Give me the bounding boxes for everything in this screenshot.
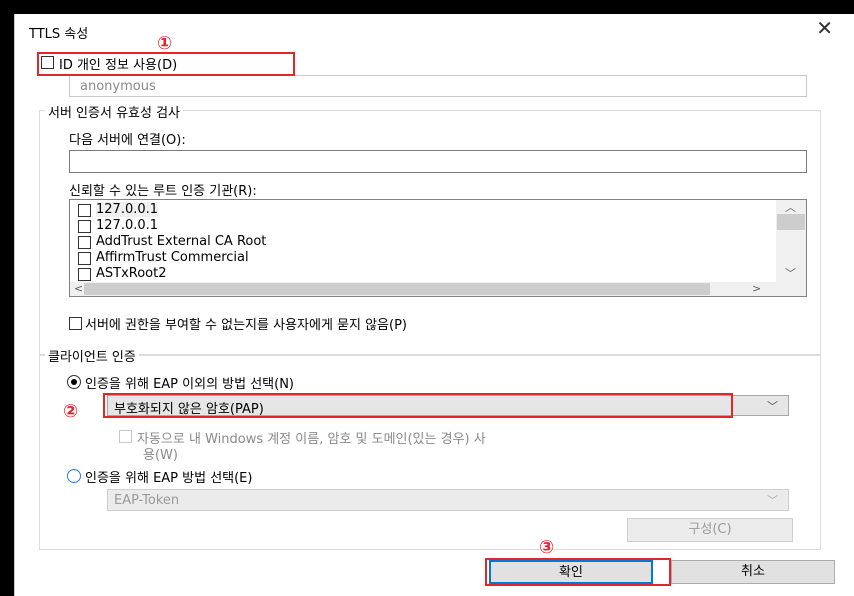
root-ca-name: AddTrust External CA Root bbox=[96, 234, 267, 249]
no-prompt-label[interactable]: 서버에 권한을 부여할 수 없는지를 사용자에게 묻지 않음(P) bbox=[85, 314, 407, 333]
root-ca-checkbox[interactable] bbox=[78, 220, 91, 233]
ttls-properties-dialog: TTLS 속성 ✕ ID 개인 정보 사용(D) anonymous 서버 인증… bbox=[14, 14, 854, 596]
non-eap-method-select[interactable]: 부호화되지 않은 암호(PAP) ﹀ bbox=[107, 395, 789, 417]
root-ca-name: ASTxRoot2 bbox=[96, 266, 167, 281]
chevron-down-icon: ﹀ bbox=[767, 494, 778, 507]
chevron-down-icon: ﹀ bbox=[767, 400, 778, 413]
vertical-scroll-thumb[interactable] bbox=[777, 214, 805, 230]
anonymous-identity-value: anonymous bbox=[80, 79, 156, 94]
annotation-number-2: ② bbox=[63, 401, 79, 422]
non-eap-radio[interactable] bbox=[67, 375, 81, 389]
annotation-number-1: ① bbox=[157, 33, 173, 54]
root-ca-checkbox[interactable] bbox=[78, 252, 91, 265]
ok-button[interactable]: 확인 bbox=[489, 560, 653, 584]
scroll-left-icon[interactable]: < bbox=[74, 283, 83, 295]
non-eap-label[interactable]: 인증을 위해 EAP 이외의 방법 선택(N) bbox=[85, 373, 294, 392]
root-ca-checkbox[interactable] bbox=[78, 204, 91, 217]
close-icon[interactable]: ✕ bbox=[816, 18, 833, 38]
eap-radio[interactable] bbox=[67, 469, 81, 483]
root-ca-name: 127.0.0.1 bbox=[96, 202, 159, 217]
identity-privacy-checkbox[interactable] bbox=[41, 56, 54, 69]
root-ca-name: AffirmTrust Commercial bbox=[96, 250, 249, 265]
client-auth-group-title: 클라이언트 인증 bbox=[45, 346, 139, 365]
server-cert-group-title: 서버 인증서 유효성 검사 bbox=[45, 102, 183, 121]
root-ca-checkbox[interactable] bbox=[78, 236, 91, 249]
auto-windows-credentials-checkbox[interactable] bbox=[119, 430, 132, 443]
identity-privacy-label[interactable]: ID 개인 정보 사용(D) bbox=[59, 54, 177, 73]
root-ca-name: 127.0.0.1 bbox=[96, 218, 159, 233]
horizontal-scroll-thumb[interactable] bbox=[84, 283, 710, 295]
eap-method-value: EAP-Token bbox=[114, 493, 180, 508]
eap-label[interactable]: 인증을 위해 EAP 방법 선택(E) bbox=[85, 467, 252, 486]
connect-to-server-input[interactable] bbox=[69, 150, 807, 173]
configure-button[interactable]: 구성(C) bbox=[627, 518, 793, 542]
scroll-up-icon[interactable]: ︿ bbox=[785, 202, 796, 214]
anonymous-identity-field[interactable]: anonymous bbox=[69, 75, 807, 97]
root-ca-label: 신뢰할 수 있는 루트 인증 기관(R): bbox=[69, 184, 257, 199]
scroll-right-icon[interactable]: > bbox=[752, 283, 761, 295]
scroll-down-icon[interactable]: ﹀ bbox=[785, 268, 796, 280]
cancel-button[interactable]: 취소 bbox=[671, 560, 835, 584]
window-title: TTLS 속성 bbox=[29, 27, 89, 42]
horizontal-scrollbar[interactable]: < > bbox=[70, 282, 806, 296]
root-ca-list[interactable]: 127.0.0.1 127.0.0.1 AddTrust External CA… bbox=[69, 199, 807, 297]
root-ca-checkbox[interactable] bbox=[78, 268, 91, 281]
connect-to-server-label: 다음 서버에 연결(O): bbox=[69, 133, 186, 148]
title-bar: TTLS 속성 ✕ bbox=[15, 14, 854, 46]
vertical-scrollbar[interactable]: ︿ ﹀ bbox=[776, 200, 806, 284]
no-prompt-checkbox[interactable] bbox=[69, 317, 82, 330]
eap-method-select[interactable]: EAP-Token ﹀ bbox=[107, 489, 789, 511]
auto-windows-credentials-label: 자동으로 내 Windows 계정 이름, 암호 및 도메인(있는 경우) 사 bbox=[137, 432, 486, 447]
annotation-number-3: ③ bbox=[539, 537, 555, 558]
auto-windows-credentials-label-line2: 용(W) bbox=[143, 448, 178, 463]
non-eap-method-value: 부호화되지 않은 암호(PAP) bbox=[114, 402, 264, 417]
